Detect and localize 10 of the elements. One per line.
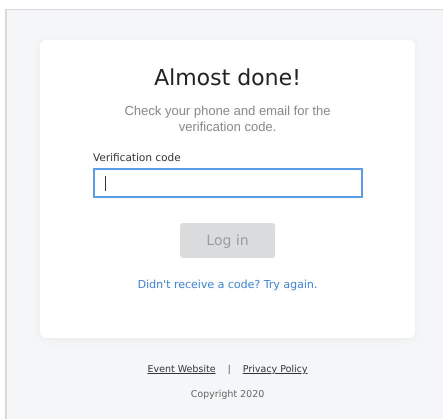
separator: | — [228, 364, 231, 375]
field-label: Verification code — [93, 152, 181, 164]
card-title: Almost done! — [154, 66, 301, 91]
footer-link[interactable]: Event Website — [147, 364, 216, 375]
verification-code-field[interactable] — [93, 168, 363, 198]
text-cursor — [105, 176, 106, 190]
resend-code-link[interactable]: Didn't receive a code? Try again. — [138, 278, 318, 291]
footer-link[interactable]: Privacy Policy — [242, 364, 308, 375]
copyright-text: Copyright 2020 — [190, 389, 264, 400]
instructions-text: Check your phone and email for the verification code. — [124, 103, 332, 135]
